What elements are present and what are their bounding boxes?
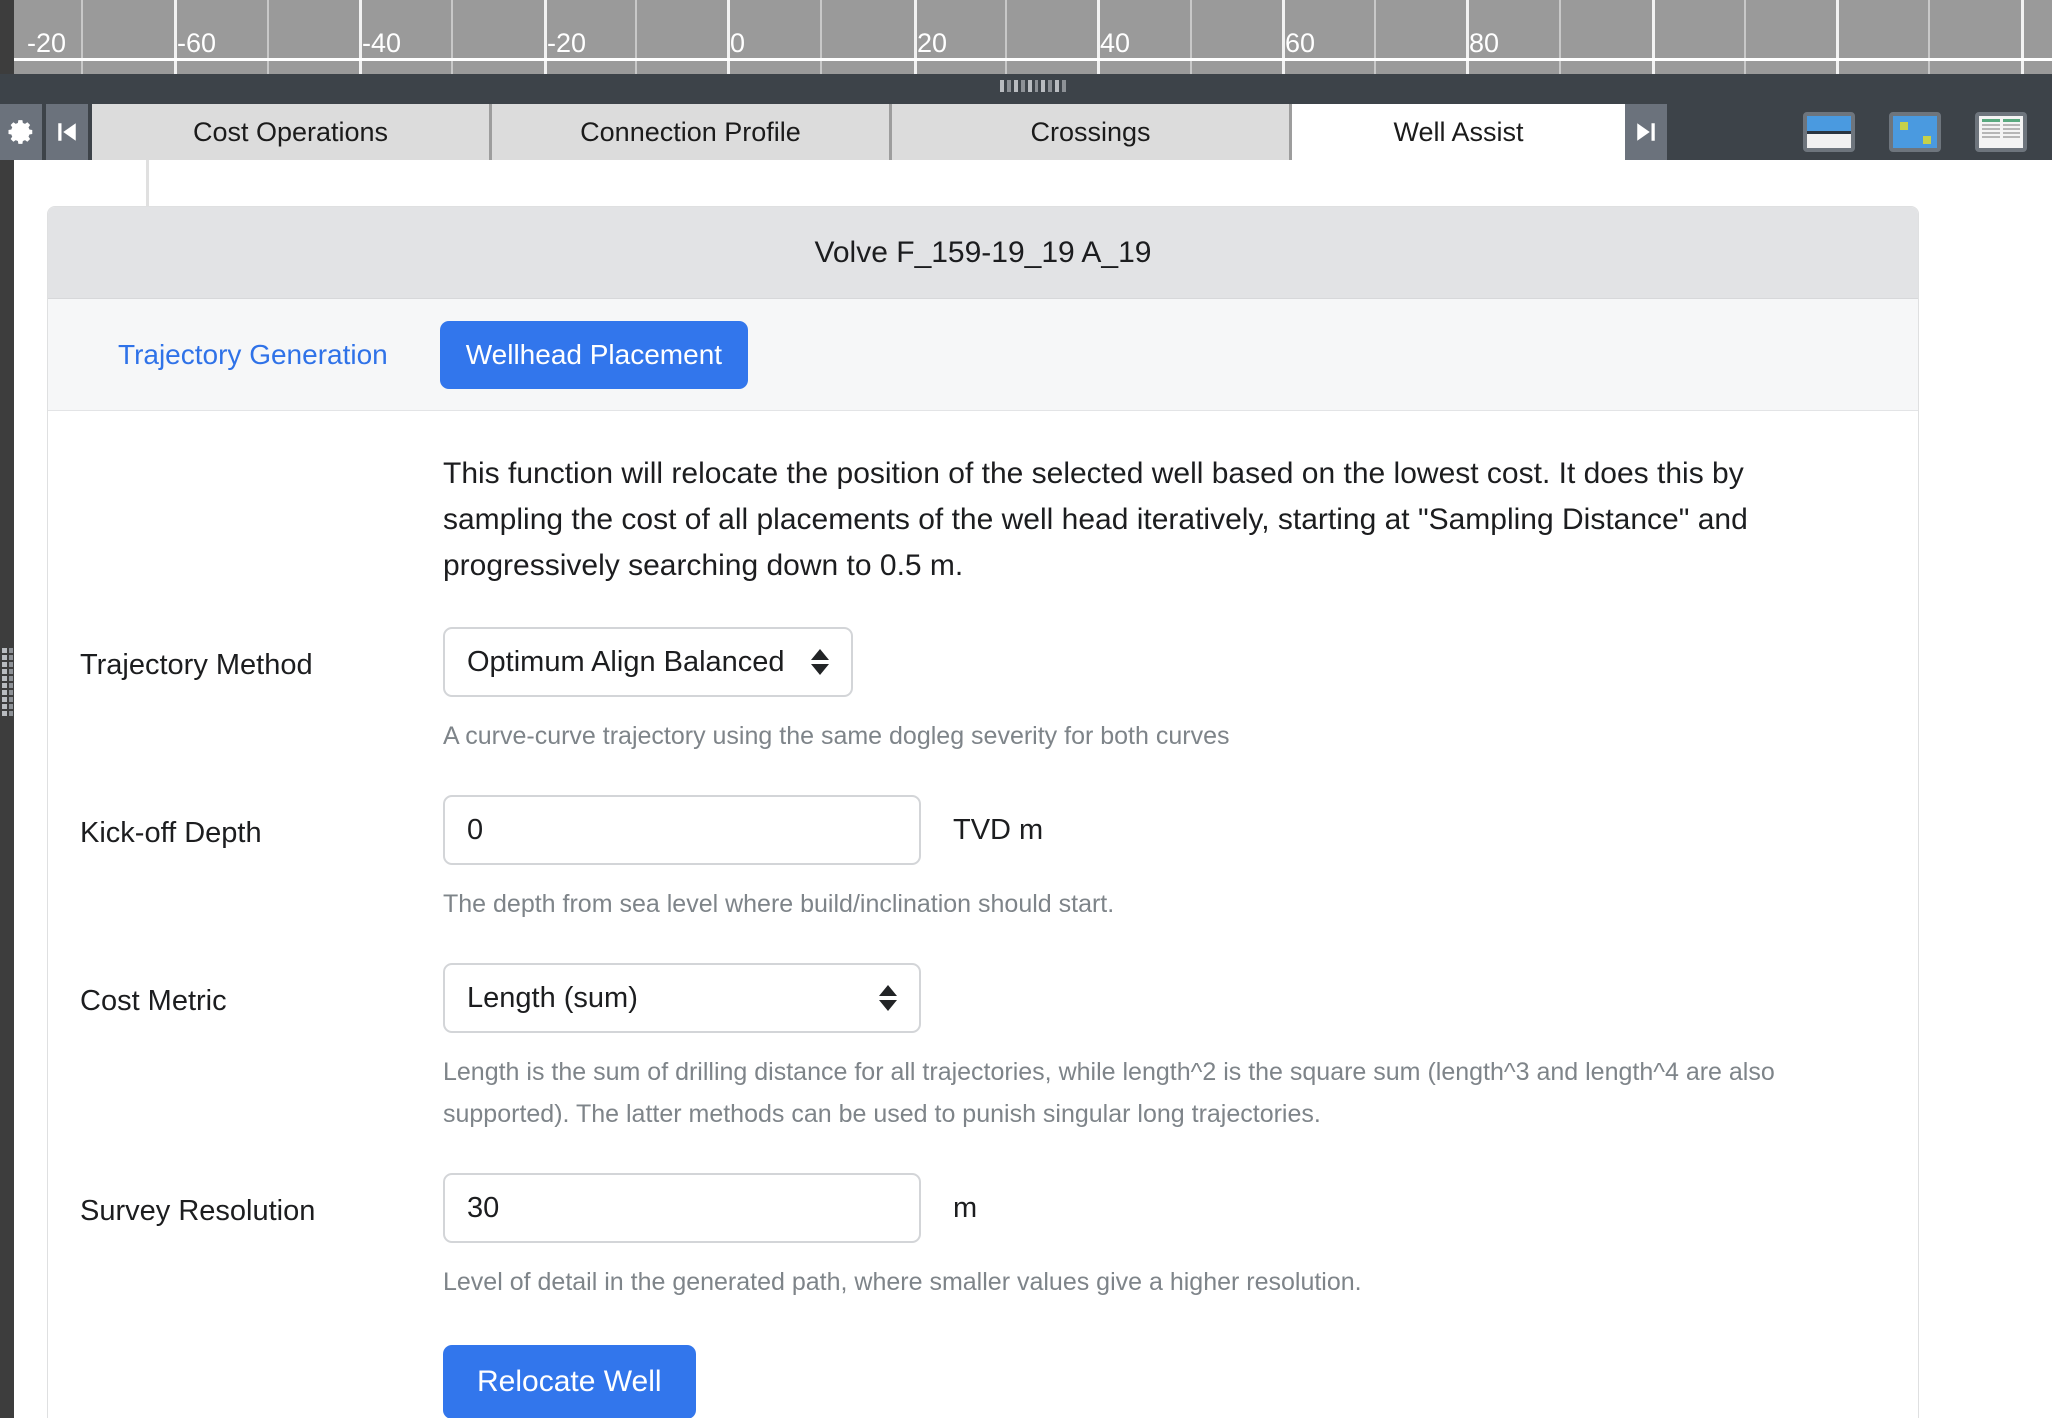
survey-resolution-help: Level of detail in the generated path, w… (443, 1268, 1362, 1296)
ruler-minor-gridline (1744, 0, 1746, 74)
ruler-tick-label: 60 (1285, 28, 1316, 58)
survey-resolution-unit: m (953, 1191, 978, 1224)
relocate-well-button[interactable]: Relocate Well (443, 1345, 696, 1418)
trajectory-method-select[interactable]: Optimum Align Balanced (443, 627, 853, 697)
survey-resolution-input[interactable] (443, 1173, 921, 1243)
function-description: This function will relocate the position… (443, 457, 1748, 582)
ruler-tick-label: 40 (1100, 28, 1131, 58)
ruler-tick-label: 20 (917, 28, 948, 58)
tab-label: Cost Operations (192, 116, 389, 147)
ruler-tick-label: -60 (177, 28, 217, 58)
kickoff-depth-input[interactable] (443, 795, 921, 865)
ruler-tick-label: -20 (27, 28, 67, 58)
ruler-minor-gridline (1005, 0, 1007, 74)
settings-button[interactable] (0, 104, 42, 160)
card-title-bar: Volve F_159-19_19 A_19 (48, 207, 1918, 299)
kickoff-depth-help: The depth from sea level where build/inc… (443, 890, 1115, 918)
survey-resolution-label: Survey Resolution (80, 1195, 316, 1227)
trajectory-method-select-wrapper: Optimum Align Balanced (443, 627, 853, 697)
ruler-minor-gridline (635, 0, 637, 74)
ruler-minor-gridline (267, 0, 269, 74)
ruler-tick-label: -20 (547, 28, 587, 58)
ruler-major-gridline (1652, 0, 1655, 74)
tab-label: Well Assist (1393, 116, 1524, 147)
cost-metric-help: Length is the sum of drilling distance f… (443, 1058, 1775, 1128)
tab-label: Trajectory Generation (118, 338, 388, 370)
main-content-area: Volve F_159-19_19 A_19 Trajectory Genera… (14, 160, 2052, 1418)
scroll-tabs-next-button[interactable] (1625, 104, 1667, 160)
table-view-button[interactable] (1958, 104, 2044, 160)
ruler-tick-label: 80 (1469, 28, 1500, 58)
ruler-minor-gridline (1190, 0, 1192, 74)
cost-metric-select-wrapper: Length (sum) (443, 963, 921, 1033)
tab-cost-operations[interactable]: Cost Operations (92, 104, 492, 160)
skip-previous-icon (52, 117, 82, 147)
ruler-minor-gridline (1559, 0, 1561, 74)
drag-handle-horizontal-icon[interactable] (1000, 80, 1067, 92)
split-view-icon (1803, 112, 1855, 152)
page-title: Volve F_159-19_19 A_19 (814, 235, 1152, 269)
tab-label: Connection Profile (580, 116, 801, 147)
scroll-tabs-previous-button[interactable] (46, 104, 88, 160)
split-view-button[interactable] (1786, 104, 1872, 160)
kickoff-depth-label: Kick-off Depth (80, 817, 262, 849)
cost-metric-label: Cost Metric (80, 985, 227, 1017)
map-view-icon (1889, 112, 1941, 152)
view-mode-buttons (1786, 104, 2052, 160)
table-view-icon (1975, 112, 2027, 152)
ruler-baseline (14, 58, 2052, 61)
field-row-kickoff-depth: Kick-off Depth TVD m The depth from sea … (48, 795, 1918, 925)
skip-next-icon (1631, 117, 1661, 147)
map-view-button[interactable] (1872, 104, 1958, 160)
ruler-left-padding (0, 0, 14, 74)
tab-wellhead-placement[interactable]: Wellhead Placement (439, 320, 749, 389)
cost-metric-select[interactable]: Length (sum) (443, 963, 921, 1033)
tab-connection-profile[interactable]: Connection Profile (492, 104, 892, 160)
trajectory-method-label: Trajectory Method (80, 649, 313, 681)
kickoff-depth-unit: TVD m (953, 813, 1044, 846)
card-tab-strip: Trajectory Generation Wellhead Placement (48, 299, 1918, 411)
tab-well-assist[interactable]: Well Assist (1292, 104, 1625, 160)
submit-row: Relocate Well (48, 1345, 1918, 1418)
ruler-minor-gridline (1928, 0, 1930, 74)
trajectory-method-help: A curve-curve trajectory using the same … (443, 722, 1230, 750)
ruler-tick-label: -40 (362, 28, 402, 58)
field-row-cost-metric: Cost Metric Length (sum) Length is the s… (48, 963, 1918, 1135)
ruler-minor-gridline (451, 0, 453, 74)
well-assist-card: Volve F_159-19_19 A_19 Trajectory Genera… (47, 206, 1919, 1418)
coordinate-ruler: -20 -60 -40 -20 0 20 40 60 80 (0, 0, 2052, 74)
tab-label: Wellhead Placement (465, 338, 723, 370)
ruler-minor-gridline (1374, 0, 1376, 74)
ruler-major-gridline (2021, 0, 2024, 74)
ruler-major-gridline (1836, 0, 1839, 74)
main-tab-bar: Cost Operations Connection Profile Cross… (0, 104, 2052, 160)
gear-icon (6, 117, 36, 147)
ruler-minor-gridline (820, 0, 822, 74)
field-row-survey-resolution: Survey Resolution m Level of detail in t… (48, 1173, 1918, 1303)
card-body: This function will relocate the position… (48, 451, 1918, 1418)
field-row-trajectory-method: Trajectory Method Optimum Align Balanced… (48, 627, 1918, 757)
ruler-minor-gridline (81, 0, 83, 74)
tab-trajectory-generation[interactable]: Trajectory Generation (92, 321, 414, 389)
ruler-tick-label: 0 (730, 28, 746, 58)
left-rail (0, 160, 14, 1418)
tab-label: Crossings (1030, 116, 1151, 147)
drag-handle-vertical-icon[interactable] (2, 648, 13, 716)
tab-crossings[interactable]: Crossings (892, 104, 1292, 160)
